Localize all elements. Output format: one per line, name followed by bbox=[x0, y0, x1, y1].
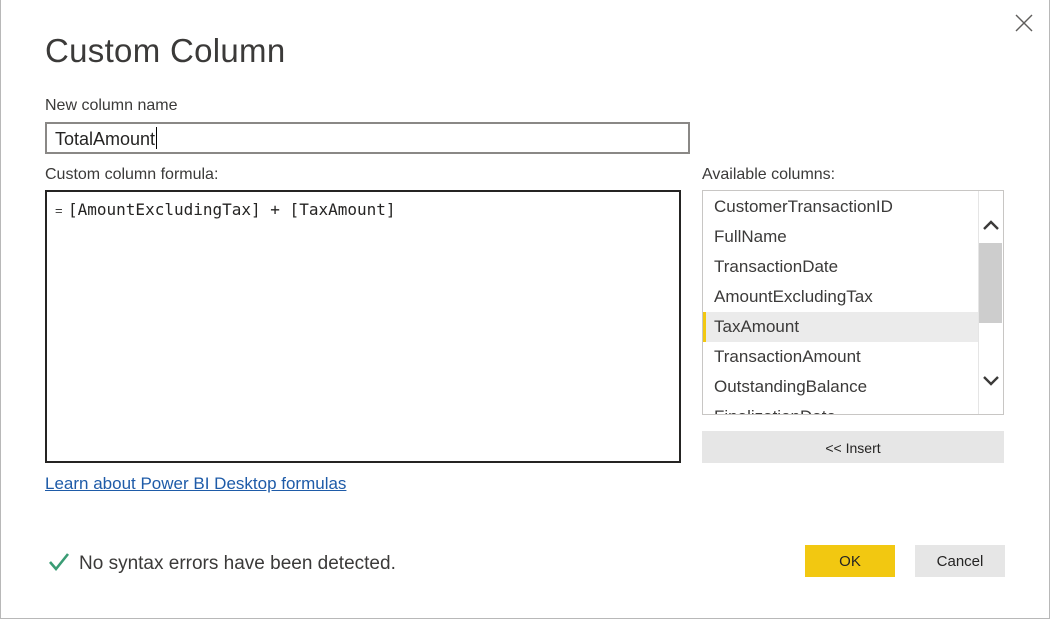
column-item[interactable]: FinalizationDate bbox=[703, 402, 978, 414]
chevron-down-icon bbox=[983, 376, 999, 386]
column-item[interactable]: OutstandingBalance bbox=[703, 372, 978, 402]
text-caret bbox=[156, 127, 158, 149]
syntax-status-text: No syntax errors have been detected. bbox=[79, 553, 396, 574]
column-item[interactable]: AmountExcludingTax bbox=[703, 282, 978, 312]
column-item[interactable]: CustomerTransactionID bbox=[703, 192, 978, 222]
formula-text[interactable]: [AmountExcludingTax] + [TaxAmount] bbox=[68, 200, 396, 219]
syntax-status: No syntax errors have been detected. bbox=[47, 550, 396, 575]
available-columns-label: Available columns: bbox=[702, 166, 836, 183]
available-columns-list[interactable]: CustomerTransactionID FullName Transacti… bbox=[702, 190, 1004, 415]
close-button[interactable] bbox=[1013, 12, 1035, 34]
dialog-title: Custom Column bbox=[45, 32, 286, 69]
check-icon bbox=[47, 550, 71, 574]
column-item[interactable]: FullName bbox=[703, 222, 978, 252]
ok-button[interactable]: OK bbox=[805, 545, 895, 577]
column-list-scrollbar[interactable] bbox=[978, 191, 1003, 414]
custom-column-dialog: Custom Column New column name TotalAmoun… bbox=[0, 0, 1050, 619]
column-item-selected[interactable]: TaxAmount bbox=[703, 312, 978, 342]
new-column-name-label: New column name bbox=[45, 97, 178, 114]
new-column-name-input[interactable]: TotalAmount bbox=[45, 122, 690, 154]
formula-equals-sign: = bbox=[55, 203, 63, 218]
learn-formulas-link[interactable]: Learn about Power BI Desktop formulas bbox=[45, 474, 346, 494]
scroll-thumb[interactable] bbox=[979, 243, 1002, 323]
column-item[interactable]: TransactionAmount bbox=[703, 342, 978, 372]
chevron-up-icon bbox=[983, 220, 999, 230]
close-icon bbox=[1015, 14, 1033, 32]
new-column-name-value: TotalAmount bbox=[55, 129, 156, 149]
formula-label: Custom column formula: bbox=[45, 166, 219, 183]
scroll-down-button[interactable] bbox=[979, 369, 1003, 393]
cancel-button[interactable]: Cancel bbox=[915, 545, 1005, 577]
insert-button[interactable]: << Insert bbox=[702, 431, 1004, 463]
formula-editor[interactable]: = [AmountExcludingTax] + [TaxAmount] bbox=[45, 190, 681, 463]
column-item[interactable]: TransactionDate bbox=[703, 252, 978, 282]
scroll-up-button[interactable] bbox=[979, 213, 1003, 237]
